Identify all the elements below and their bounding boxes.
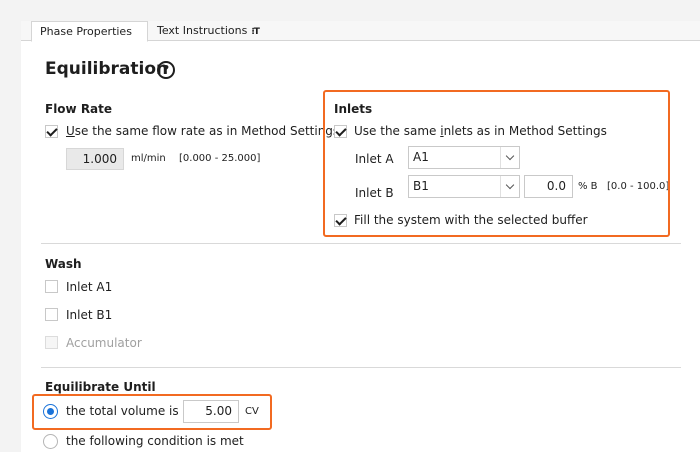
inlet-b-select[interactable]: B1 xyxy=(408,175,520,198)
same-inlets-label[interactable]: Use the same inlets as in Method Setting… xyxy=(354,124,607,138)
flow-rate-heading: Flow Rate xyxy=(45,102,113,116)
page-title: Equilibration xyxy=(45,59,169,79)
tab-phase-properties[interactable]: Phase Properties xyxy=(31,21,148,42)
inlet-a-label: Inlet A xyxy=(355,152,394,166)
wash-inlet-b1-checkbox[interactable] xyxy=(45,308,58,321)
tab-label: Phase Properties xyxy=(40,25,132,38)
same-flow-rate-label[interactable]: Use the same flow rate as in Method Sett… xyxy=(66,124,339,138)
tab-bar: Phase Properties Text Instructions ⁝T xyxy=(21,21,700,42)
wash-inlet-a1-checkbox[interactable] xyxy=(45,280,58,293)
condition-met-label[interactable]: the following condition is met xyxy=(66,434,244,448)
inlet-a-value: A1 xyxy=(413,150,429,164)
inlet-a-select[interactable]: A1 xyxy=(408,146,520,169)
percent-b-range: [0.0 - 100.0] xyxy=(607,181,670,192)
wash-heading: Wash xyxy=(45,257,82,271)
wash-accumulator-label: Accumulator xyxy=(66,336,142,350)
tab-label: Text Instructions xyxy=(157,24,248,37)
condition-met-radio[interactable] xyxy=(43,434,58,449)
section-divider xyxy=(41,367,681,368)
wash-accumulator-checkbox xyxy=(45,336,58,349)
total-volume-input[interactable]: 5.00 xyxy=(183,400,239,423)
chevron-down-icon[interactable] xyxy=(500,147,519,168)
equilibrate-until-heading: Equilibrate Until xyxy=(45,380,156,394)
total-volume-label[interactable]: the total volume is xyxy=(66,404,179,418)
inlet-b-label: Inlet B xyxy=(355,186,394,200)
fill-system-label[interactable]: Fill the system with the selected buffer xyxy=(354,213,588,227)
section-divider xyxy=(41,243,681,244)
chevron-down-icon[interactable] xyxy=(500,176,519,197)
percent-b-unit: % B xyxy=(578,181,598,192)
wash-inlet-a1-label[interactable]: Inlet A1 xyxy=(66,280,112,294)
flow-rate-unit: ml/min xyxy=(131,153,166,164)
total-volume-unit: CV xyxy=(245,406,259,417)
inlets-heading: Inlets xyxy=(334,102,373,116)
fill-system-checkbox[interactable] xyxy=(334,214,347,227)
help-icon[interactable]: ? xyxy=(157,61,175,79)
text-format-icon: ⁝T xyxy=(251,27,260,37)
inlet-b-value: B1 xyxy=(413,179,429,193)
wash-inlet-b1-label[interactable]: Inlet B1 xyxy=(66,308,112,322)
phase-panel: Phase Properties Text Instructions ⁝T Equ… xyxy=(21,21,700,452)
same-inlets-checkbox[interactable] xyxy=(334,125,347,138)
total-volume-radio[interactable] xyxy=(43,404,58,419)
flow-rate-range: [0.000 - 25.000] xyxy=(179,153,261,164)
flow-rate-field: 1.000 xyxy=(66,148,124,170)
percent-b-input[interactable]: 0.0 xyxy=(524,175,573,198)
tab-text-instructions[interactable]: Text Instructions ⁝T xyxy=(149,21,267,41)
same-flow-rate-checkbox[interactable] xyxy=(45,125,58,138)
